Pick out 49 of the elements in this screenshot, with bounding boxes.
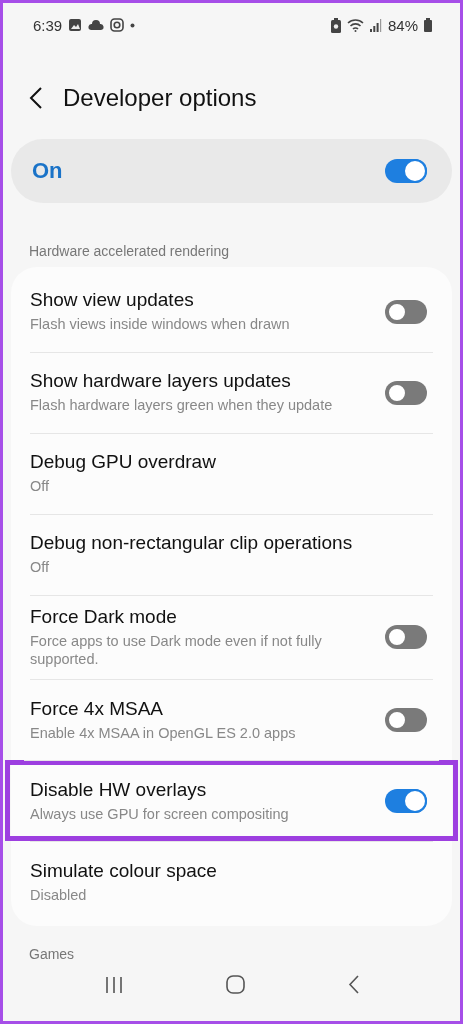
setting-title: Disable HW overlays bbox=[30, 778, 208, 801]
setting-title: Debug GPU overdraw bbox=[30, 451, 217, 474]
setting-title: Show hardware layers updates bbox=[30, 370, 292, 393]
toggle-switch[interactable] bbox=[385, 159, 427, 183]
recent-apps-icon[interactable] bbox=[104, 975, 123, 994]
back-icon[interactable] bbox=[29, 86, 43, 110]
setting-row[interactable]: Debug non-rectangular clip operations Off bbox=[11, 514, 452, 595]
camera-icon bbox=[110, 18, 125, 32]
setting-summary: Flash hardware layers green when they update bbox=[30, 396, 334, 415]
wifi-icon bbox=[346, 18, 364, 32]
cloud-icon bbox=[88, 20, 105, 30]
setting-row[interactable]: Force Dark mode Force apps to use Dark mode even if not fully supported. bbox=[11, 595, 452, 680]
setting-title: Debug non-rectangular clip operations bbox=[30, 532, 354, 555]
home-icon[interactable] bbox=[225, 975, 245, 995]
toggle-switch[interactable] bbox=[385, 707, 427, 732]
setting-summary: Flash views inside windows when drawn bbox=[30, 315, 291, 334]
highlighted-setting-row[interactable]: Disable HW overlays Always use GPU for screen compositing bbox=[5, 760, 458, 842]
setting-row[interactable]: Simulate colour space Disabled bbox=[11, 841, 452, 923]
setting-title: Force Dark mode bbox=[30, 606, 178, 628]
setting-row[interactable]: Show view updates Flash views inside windows when drawn bbox=[11, 271, 452, 352]
signal-icon bbox=[369, 18, 382, 32]
page-title: Developer options bbox=[63, 84, 257, 112]
setting-summary: Enable 4x MSAA in OpenGL ES 2.0 apps bbox=[30, 723, 297, 742]
setting-summary: Disabled bbox=[30, 885, 88, 904]
clock: 6:39 bbox=[33, 16, 63, 34]
setting-title: Force 4x MSAA bbox=[30, 697, 165, 720]
battery-icon bbox=[424, 18, 432, 32]
toggle-switch[interactable] bbox=[385, 380, 427, 405]
setting-row[interactable]: Force 4x MSAA Enable 4x MSAA in OpenGL ES 2.0 apps bbox=[11, 679, 452, 761]
setting-summary: Force apps to use Dark mode even if not fully supported. bbox=[30, 632, 323, 669]
setting-row[interactable]: Show hardware layers updates Flash hardware layers green when they update bbox=[11, 352, 452, 433]
battery-percentage: 84% bbox=[387, 16, 418, 34]
dot-icon bbox=[130, 22, 136, 28]
setting-summary: Off bbox=[30, 477, 51, 496]
section-header: Hardware accelerated rendering bbox=[28, 242, 230, 261]
master-switch-label: On bbox=[32, 158, 64, 184]
master-switch-bar[interactable]: On bbox=[11, 139, 452, 203]
setting-row[interactable]: Debug GPU overdraw Off bbox=[11, 433, 452, 514]
setting-summary: Always use GPU for screen compositing bbox=[30, 804, 290, 823]
section-header: Games bbox=[28, 945, 76, 963]
setting-title: Simulate colour space bbox=[30, 859, 218, 882]
toggle-switch[interactable] bbox=[385, 625, 427, 650]
image-icon bbox=[68, 18, 83, 32]
setting-summary: Off bbox=[30, 558, 51, 577]
battery-saver-icon bbox=[330, 17, 341, 33]
toggle-switch[interactable] bbox=[385, 299, 427, 324]
setting-title: Show view updates bbox=[30, 289, 195, 312]
back-icon[interactable] bbox=[347, 975, 359, 995]
toggle-switch[interactable] bbox=[385, 788, 427, 813]
